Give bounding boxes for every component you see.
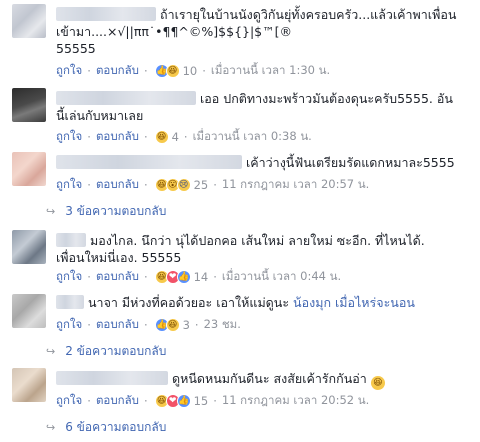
haha-reaction-icon: 😆 <box>165 64 180 78</box>
like-reaction-icon: 👍 <box>176 270 191 284</box>
avatar[interactable] <box>12 88 46 122</box>
blurred-author-name[interactable] <box>56 91 196 105</box>
reactions[interactable]: 👍 😆 <box>154 64 180 78</box>
blurred-author-name[interactable] <box>56 295 84 309</box>
like-button[interactable]: ถูกใจ <box>56 268 82 286</box>
reply-button[interactable]: ตอบกลับ <box>96 268 139 286</box>
blurred-author-name[interactable] <box>56 371 168 385</box>
comment-meta: ถูกใจ · ตอบกลับ · 😆 ❤ 👍 14 · เมื่อวานนี้… <box>56 268 342 286</box>
comment-text: มองไกล. นึกว่า นุ่ได้ปอกคอ เส้นใหม่ ลายใ… <box>56 233 425 265</box>
haha-reaction-icon: 😆 <box>165 318 180 332</box>
view-replies-link[interactable]: ↪ 3 ข้อความตอบกลับ <box>46 202 166 221</box>
reply-arrow-icon: ↪ <box>46 345 56 358</box>
like-button[interactable]: ถูกใจ <box>56 392 82 410</box>
reaction-count: 14 <box>193 270 209 284</box>
timestamp[interactable]: 11 กรกฎาคม เวลา 20:57 น. <box>222 176 369 194</box>
avatar[interactable] <box>12 294 46 328</box>
comment-meta: ถูกใจ · ตอบกลับ · 😆 ❤ 👍 15 · 11 กรกฎาคม … <box>56 392 370 410</box>
haha-reaction-icon: 😆 <box>154 130 169 144</box>
reply-button[interactable]: ตอบกลับ <box>96 176 139 194</box>
laughing-emoji-icon: 😆 <box>370 376 385 390</box>
reply-button[interactable]: ตอบกลับ <box>96 392 139 410</box>
reactions[interactable]: 😆 ❤ 👍 <box>154 270 191 284</box>
reaction-count: 3 <box>182 318 190 332</box>
sad-reaction-icon: 😢 <box>176 178 191 192</box>
view-replies-link[interactable]: ↪ 2 ข้อความตอบกลับ <box>46 342 166 361</box>
avatar[interactable] <box>12 368 46 402</box>
avatar[interactable] <box>12 230 46 264</box>
comment-meta: ถูกใจ · ตอบกลับ · 😆 😮 😢 25 · 11 กรกฎาคม … <box>56 176 370 194</box>
blurred-author-name[interactable] <box>56 7 156 21</box>
comment-text: นาจา มีห่วงที่คอด้วยอะ เอาให้แม่ดูนะ น้อ… <box>56 294 476 311</box>
tagged-user-link[interactable]: น้องมุก เมื่อไหร่จะนอน <box>293 295 415 310</box>
like-button[interactable]: ถูกใจ <box>56 62 82 80</box>
reply-arrow-icon: ↪ <box>46 205 56 218</box>
comment-text: ถ้าเรายุในบ้านนังดูวิกันยุ่ทั้งครอบครัว.… <box>56 7 457 56</box>
timestamp[interactable]: เมื่อวานนี้ เวลา 0:38 น. <box>193 128 312 146</box>
comment-meta: ถูกใจ · ตอบกลับ · 👍 😆 3 · 23 ชม. <box>56 316 241 334</box>
comment-text: ดูหนีดหนมกันดีนะ สงสัยเค้ารักกันอ่า 😆 <box>56 370 476 390</box>
reply-button[interactable]: ตอบกลับ <box>96 62 139 80</box>
avatar[interactable] <box>12 4 46 38</box>
reply-button[interactable]: ตอบกลับ <box>96 316 139 334</box>
reaction-count: 15 <box>193 394 209 408</box>
reactions[interactable]: 😆 😮 😢 <box>154 178 191 192</box>
reactions[interactable]: 😆 ❤ 👍 <box>154 394 191 408</box>
reaction-count: 4 <box>171 130 179 144</box>
comment-text: เค้าว่างุนี้ฟันเตรียมรัดแดกหมาละ5555 <box>56 154 476 171</box>
reactions[interactable]: 😆 <box>154 130 169 144</box>
timestamp[interactable]: 11 กรกฎาคม เวลา 20:52 น. <box>222 392 369 410</box>
reaction-count: 10 <box>182 64 198 78</box>
like-button[interactable]: ถูกใจ <box>56 128 82 146</box>
timestamp[interactable]: เมื่อวานนี้ เวลา 0:44 น. <box>222 268 341 286</box>
timestamp[interactable]: 23 ชม. <box>204 316 241 334</box>
comment-meta: ถูกใจ · ตอบกลับ · 😆 4 · เมื่อวานนี้ เวลา… <box>56 128 312 146</box>
reactions[interactable]: 👍 😆 <box>154 318 180 332</box>
blurred-author-name[interactable] <box>56 233 86 247</box>
reaction-count: 25 <box>193 178 209 192</box>
comment-meta: ถูกใจ · ตอบกลับ · 👍 😆 10 · เมื่อวานนี้ เ… <box>56 62 331 80</box>
reply-arrow-icon: ↪ <box>46 421 56 434</box>
comment-text: เออ ปกติทางมะพร้าวมันต้องดุนะครับ5555. อ… <box>56 91 453 123</box>
timestamp[interactable]: เมื่อวานนี้ เวลา 1:30 น. <box>211 62 330 80</box>
avatar[interactable] <box>12 152 46 186</box>
like-reaction-icon: 👍 <box>176 394 191 408</box>
view-replies-link[interactable]: ↪ 6 ข้อความตอบกลับ <box>46 418 166 437</box>
like-button[interactable]: ถูกใจ <box>56 316 82 334</box>
reply-button[interactable]: ตอบกลับ <box>96 128 139 146</box>
like-button[interactable]: ถูกใจ <box>56 176 82 194</box>
blurred-author-name[interactable] <box>56 155 242 169</box>
